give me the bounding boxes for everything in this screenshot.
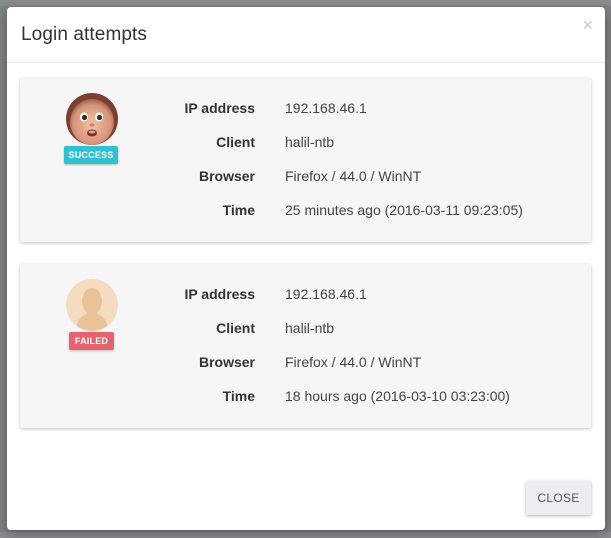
client-row: Client halil-ntb bbox=[20, 320, 591, 340]
field-label: Client bbox=[216, 134, 255, 150]
login-attempt-card: FAILED IP address 192.168.46.1 Client ha… bbox=[20, 264, 591, 428]
modal-title: Login attempts bbox=[21, 24, 148, 45]
field-value: halil-ntb bbox=[285, 134, 335, 150]
field-label: Time bbox=[222, 202, 255, 218]
ip-address-row: IP address 192.168.46.1 bbox=[20, 286, 591, 306]
field-value: halil-ntb bbox=[285, 320, 335, 336]
time-row: Time 18 hours ago (2016-03-10 03:23:00) bbox=[20, 388, 591, 408]
close-button[interactable]: CLOSE bbox=[526, 481, 591, 515]
ip-address-row: IP address 192.168.46.1 bbox=[20, 100, 591, 120]
background-bottom-strip bbox=[0, 532, 611, 538]
field-label: IP address bbox=[184, 100, 255, 116]
browser-row: Browser Firefox / 44.0 / WinNT bbox=[20, 168, 591, 188]
field-value: 192.168.46.1 bbox=[285, 100, 367, 116]
field-value: Firefox / 44.0 / WinNT bbox=[285, 354, 422, 370]
client-row: Client halil-ntb bbox=[20, 134, 591, 154]
field-label: Time bbox=[222, 388, 255, 404]
close-icon[interactable]: × bbox=[582, 16, 593, 34]
field-label: Browser bbox=[198, 168, 255, 184]
time-row: Time 25 minutes ago (2016-03-11 09:23:05… bbox=[20, 202, 591, 222]
field-value: 18 hours ago (2016-03-10 03:23:00) bbox=[285, 388, 510, 404]
login-attempts-modal: Login attempts × SUCCESS IP address 192.… bbox=[7, 7, 605, 530]
browser-row: Browser Firefox / 44.0 / WinNT bbox=[20, 354, 591, 374]
modal-footer: CLOSE bbox=[7, 469, 605, 530]
field-label: Browser bbox=[198, 354, 255, 370]
field-value: 192.168.46.1 bbox=[285, 286, 367, 302]
field-value: 25 minutes ago (2016-03-11 09:23:05) bbox=[285, 202, 523, 218]
modal-header: Login attempts × bbox=[7, 7, 605, 63]
field-value: Firefox / 44.0 / WinNT bbox=[285, 168, 422, 184]
field-label: Client bbox=[216, 320, 255, 336]
modal-body: SUCCESS IP address 192.168.46.1 Client h… bbox=[7, 64, 605, 469]
field-label: IP address bbox=[184, 286, 255, 302]
login-attempt-card: SUCCESS IP address 192.168.46.1 Client h… bbox=[20, 78, 591, 242]
background-top-strip bbox=[0, 0, 611, 6]
